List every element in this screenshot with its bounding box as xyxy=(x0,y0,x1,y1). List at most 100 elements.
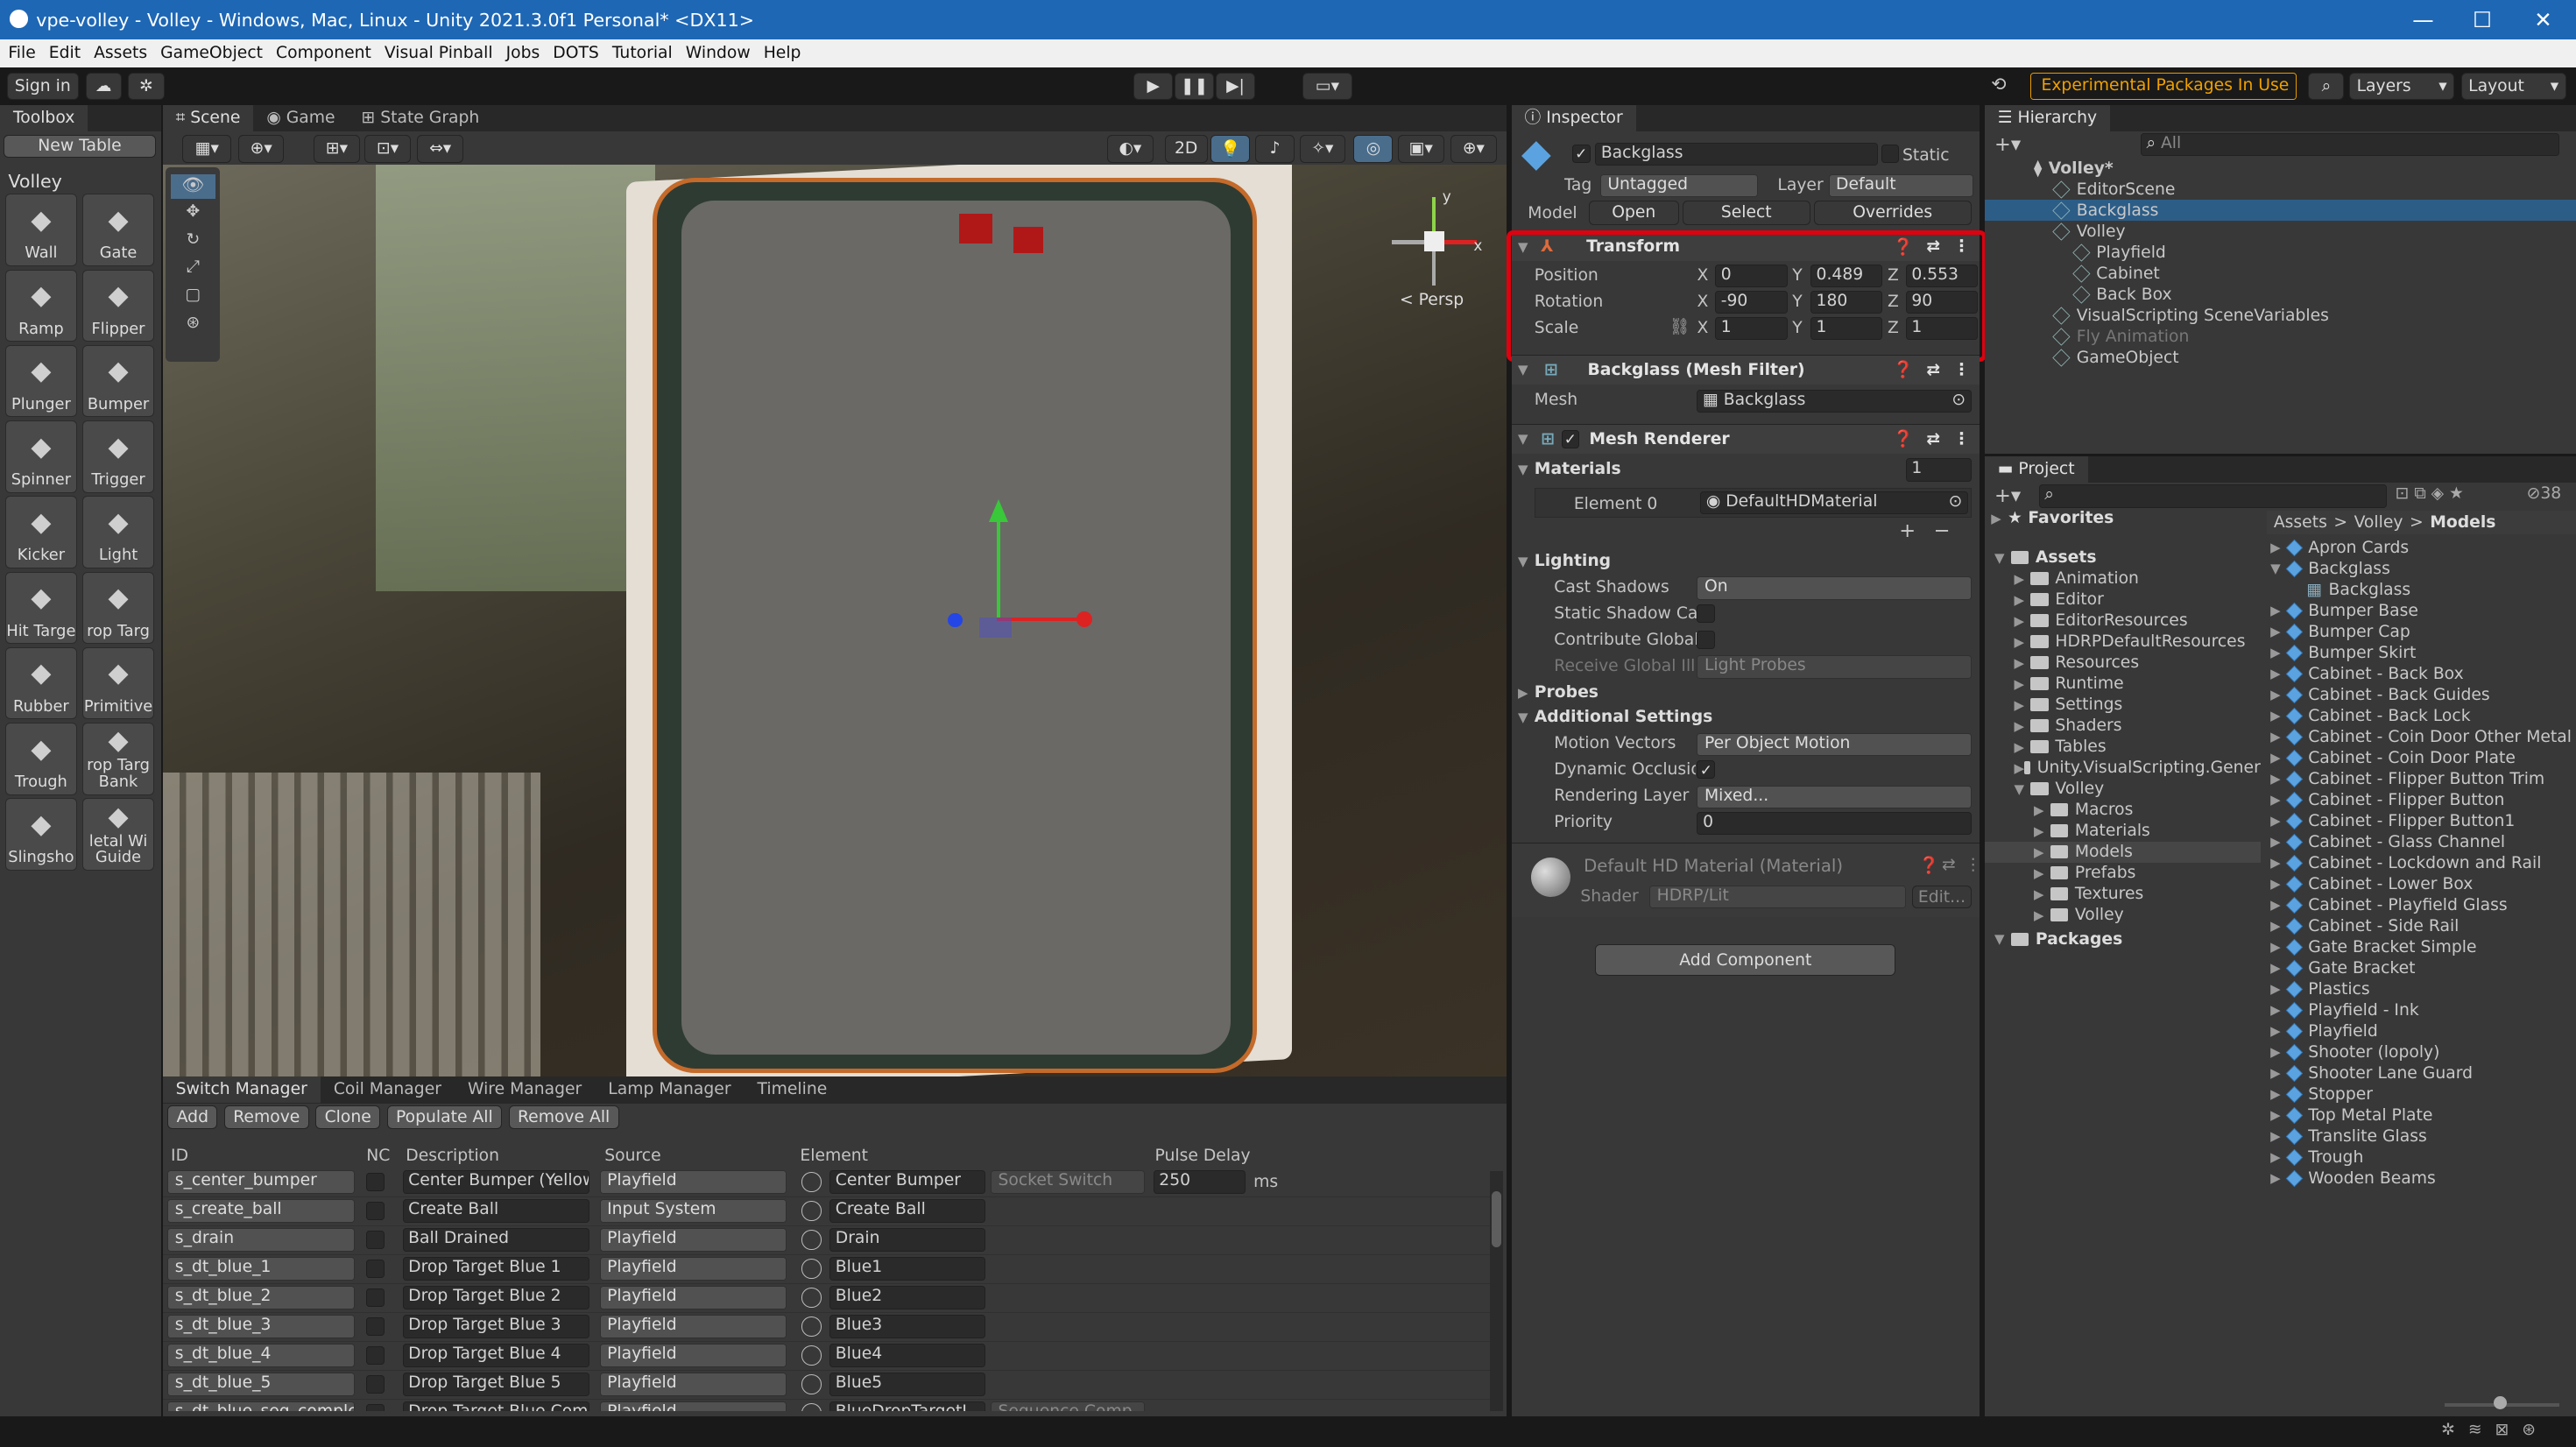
history-icon[interactable]: ⟲ xyxy=(1991,74,2006,95)
tool-spinner[interactable]: ◆ Spinner xyxy=(4,420,78,493)
project-filter-icons[interactable]: ⊡ ⧉ ◈ ★ xyxy=(2396,484,2464,503)
asset-item[interactable]: ▶ Gate Bracket xyxy=(2264,957,2576,978)
expand-arrow-icon[interactable]: ▶ xyxy=(2014,739,2030,755)
asset-item[interactable]: ▶ Cabinet - Glass Channel xyxy=(2264,831,2576,852)
add-material-button[interactable]: + xyxy=(1899,519,1916,542)
tool-ramp[interactable]: ◆ Ramp xyxy=(4,269,78,342)
grid-snap-button[interactable]: ⊞▾ xyxy=(314,134,360,163)
description-field[interactable]: Create Ball xyxy=(402,1199,590,1223)
hierarchy-item[interactable]: ⧫ Volley* xyxy=(1985,158,2576,179)
expand-arrow-icon[interactable]: ▶ xyxy=(2270,834,2287,850)
gizmos-dropdown-icon[interactable]: ⊕▾ xyxy=(1450,134,1497,163)
project-folder[interactable]: ▶ HDRPDefaultResources xyxy=(1985,632,2261,653)
asset-item[interactable]: ▶ Top Metal Plate xyxy=(2264,1105,2576,1126)
shader-edit-button[interactable]: Edit... xyxy=(1912,885,1972,909)
element-field[interactable]: Create Ball xyxy=(829,1199,986,1223)
description-field[interactable]: Drop Target Blue 1 xyxy=(402,1257,590,1281)
expand-arrow-icon[interactable]: ▶ xyxy=(2270,897,2287,913)
clone-button[interactable]: Clone xyxy=(315,1105,381,1129)
cloud-icon[interactable]: ☁ xyxy=(85,72,122,101)
description-field[interactable]: Drop Target Blue 3 xyxy=(402,1315,590,1338)
align-button[interactable]: ⇔▾ xyxy=(417,134,463,163)
asset-item[interactable]: ▶ Cabinet - Lower Box xyxy=(2264,873,2576,894)
breadcrumb-item[interactable]: Models xyxy=(2430,513,2495,532)
sign-in-button[interactable]: Sign in xyxy=(6,72,80,101)
hierarchy-item[interactable]: Playfield xyxy=(1985,242,2576,263)
switch-id-dropdown[interactable]: s_center_bumper xyxy=(167,1170,356,1194)
asset-item[interactable]: ▶ Playfield - Ink xyxy=(2264,999,2576,1020)
expand-arrow-icon[interactable]: ▶ xyxy=(2270,1044,2287,1060)
asset-item[interactable]: ▶ Cabinet - Playfield Glass xyxy=(2264,894,2576,915)
source-dropdown[interactable]: Playfield xyxy=(599,1401,787,1412)
project-folder[interactable]: ▼ Packages xyxy=(1985,928,2261,949)
nc-checkbox[interactable] xyxy=(366,1202,385,1220)
nc-checkbox[interactable] xyxy=(366,1375,385,1394)
menu-visual-pinball[interactable]: Visual Pinball xyxy=(378,39,499,67)
remove-all-button[interactable]: Remove All xyxy=(508,1105,619,1129)
table-row[interactable]: s_dt_blue_5 Drop Target Blue 5 Playfield Bl… xyxy=(162,1371,1491,1400)
project-folder[interactable]: ▶ Models xyxy=(1984,841,2261,863)
asset-item[interactable]: ▶ Shooter (lopoly) xyxy=(2264,1041,2576,1062)
asset-item[interactable]: ▶ Cabinet - Flipper Button1 xyxy=(2264,810,2576,831)
expand-arrow-icon[interactable]: ▶ xyxy=(2014,655,2030,671)
pause-button[interactable]: ❚❚ xyxy=(1175,72,1215,101)
move-tool-icon[interactable]: ✥ xyxy=(171,202,215,227)
rotate-tool-icon[interactable]: ↻ xyxy=(171,230,215,255)
material-preset-icon[interactable]: ⇄ xyxy=(1942,856,1956,874)
project-add-button[interactable]: +▾ xyxy=(1994,484,2021,507)
help-icon[interactable]: ❓ xyxy=(1893,360,1913,379)
expand-arrow-icon[interactable]: ▶ xyxy=(2034,886,2050,902)
expand-arrow-icon[interactable]: ▶ xyxy=(2034,844,2050,860)
switch-id-dropdown[interactable]: s_dt_blue_seq_comple xyxy=(167,1401,356,1412)
project-folder[interactable]: ▶ Editor xyxy=(1985,589,2261,611)
mesh-renderer-header[interactable]: ▼ ⊞ ✓ Mesh Renderer ❓ ⇄ ⋮ xyxy=(1511,423,1980,454)
switch-id-dropdown[interactable]: s_dt_blue_3 xyxy=(167,1315,356,1338)
step-button[interactable]: ▶| xyxy=(1215,72,1255,101)
element-field[interactable]: Blue2 xyxy=(829,1286,986,1309)
switch-id-dropdown[interactable]: s_dt_blue_4 xyxy=(167,1344,356,1367)
source-dropdown[interactable]: Playfield xyxy=(599,1170,787,1194)
transform-tool-icon[interactable]: ⊛ xyxy=(171,314,215,338)
hidden-objects-icon[interactable]: ◎ xyxy=(1353,134,1394,163)
expand-arrow-icon[interactable]: ▶ xyxy=(2270,981,2287,997)
table-row[interactable]: s_drain Ball Drained Playfield Drain xyxy=(162,1226,1491,1255)
material-field[interactable]: ◉ DefaultHDMaterial ⊙ xyxy=(1700,491,1968,515)
project-folder[interactable]: ▼ Volley xyxy=(1985,779,2261,800)
switch-id-dropdown[interactable]: s_create_ball xyxy=(167,1199,356,1223)
tag-dropdown[interactable]: Untagged xyxy=(1599,173,1758,198)
tool-slingshot[interactable]: ◆ Slingsho xyxy=(4,798,78,871)
asset-item[interactable]: ▶ Gate Bracket Simple xyxy=(2264,936,2576,957)
lighting-foldout[interactable]: ▼ Lighting xyxy=(1518,552,1611,570)
move-gizmo-y-head[interactable] xyxy=(989,499,1009,523)
dynamic-occlusion-checkbox[interactable]: ✓ xyxy=(1697,760,1716,780)
rendering-layer-dropdown[interactable]: Mixed... xyxy=(1697,785,1972,808)
pulse-delay-field[interactable]: 250 xyxy=(1153,1170,1246,1194)
element-field[interactable]: Center Bumper xyxy=(829,1170,986,1194)
effects-dropdown-icon[interactable]: ✧▾ xyxy=(1299,134,1346,163)
hierarchy-item[interactable]: EditorScene xyxy=(1985,179,2576,200)
2d-toggle[interactable]: 2D xyxy=(1164,134,1208,163)
tool-drop-target-bank[interactable]: ◆ rop Targ Bank xyxy=(81,723,155,795)
audio-toggle-icon[interactable]: ♪ xyxy=(1254,134,1295,163)
table-row[interactable]: s_create_ball Create Ball Input System Crea… xyxy=(162,1197,1491,1226)
rect-tool-icon[interactable]: ▢ xyxy=(171,286,215,310)
tool-plunger[interactable]: ◆ Plunger xyxy=(4,344,78,418)
play-button[interactable]: ▶ xyxy=(1133,72,1174,101)
favorites-folder[interactable]: ▶ ★ Favorites xyxy=(1991,509,2114,527)
expand-arrow-icon[interactable]: ▶ xyxy=(2270,708,2287,724)
hierarchy-item[interactable]: Cabinet xyxy=(1985,263,2576,284)
expand-arrow-icon[interactable]: ▼ xyxy=(2014,781,2030,797)
col-id[interactable]: ID xyxy=(171,1147,188,1165)
expand-arrow-icon[interactable]: ▼ xyxy=(2270,561,2287,576)
layer-dropdown[interactable]: Default xyxy=(1828,173,1973,198)
menu-dots[interactable]: DOTS xyxy=(547,39,606,67)
col-pulse-delay[interactable]: Pulse Delay xyxy=(1155,1147,1251,1165)
table-scrollbar[interactable] xyxy=(1490,1171,1504,1412)
description-field[interactable]: Ball Drained xyxy=(402,1228,590,1252)
expand-arrow-icon[interactable]: ▶ xyxy=(2034,907,2050,923)
project-folder[interactable]: ▶ Macros xyxy=(1985,800,2261,821)
add-component-button[interactable]: Add Component xyxy=(1595,944,1896,977)
hierarchy-item[interactable]: Backglass xyxy=(1984,200,2576,222)
expand-arrow-icon[interactable]: ▶ xyxy=(2270,855,2287,871)
expand-arrow-icon[interactable]: ▶ xyxy=(2014,592,2030,608)
